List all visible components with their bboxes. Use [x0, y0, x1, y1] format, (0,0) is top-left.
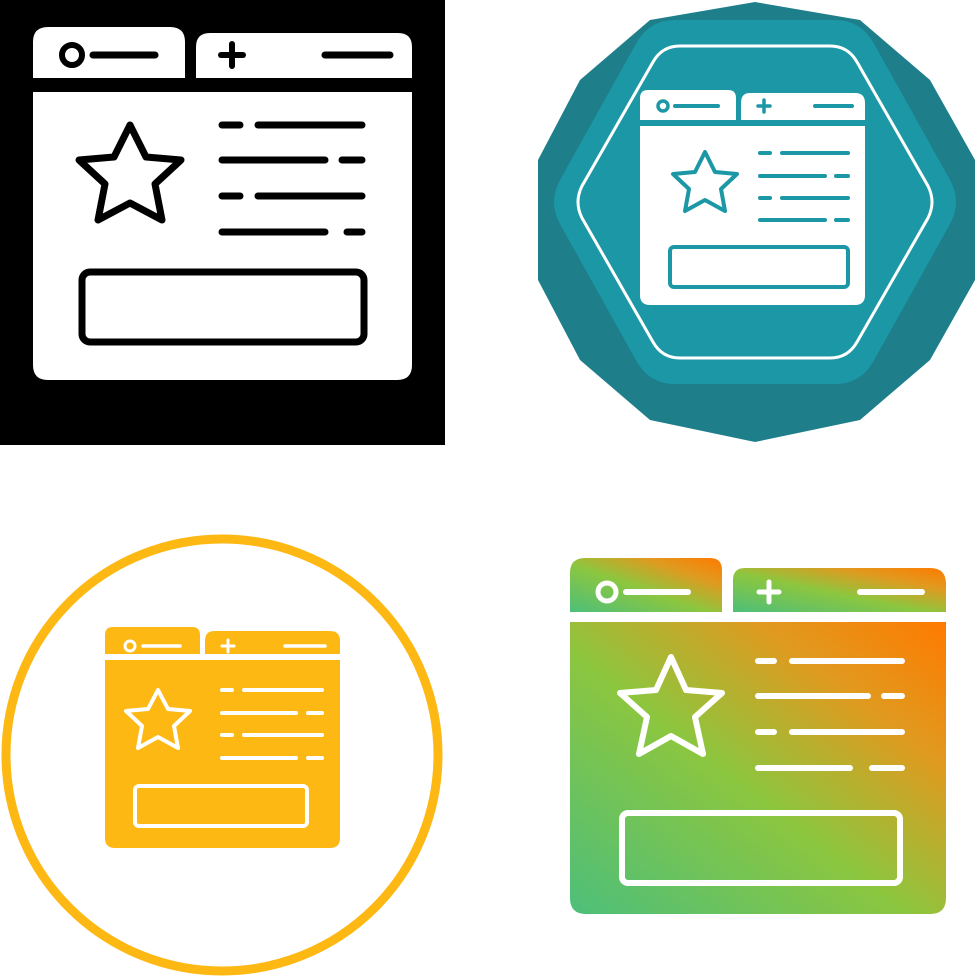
icon-tile-gradient: [530, 530, 980, 980]
web-browser-star-icon: [0, 0, 445, 445]
icon-tile-orange-circle: [0, 530, 450, 980]
web-browser-star-icon: [538, 2, 975, 442]
icon-tile-black: [0, 0, 445, 445]
icon-tile-teal-badge: [530, 0, 980, 445]
web-browser-star-icon: [1, 534, 443, 976]
web-browser-star-icon: [570, 558, 946, 914]
